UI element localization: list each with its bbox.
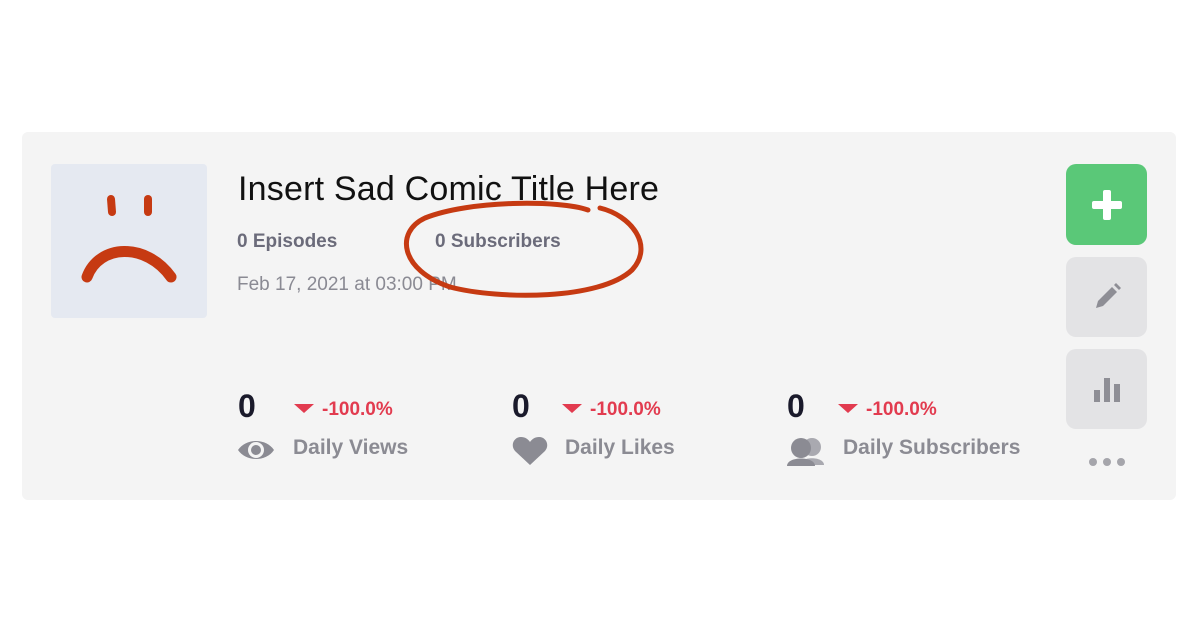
more-options-button[interactable] (1089, 455, 1125, 469)
bar-chart-icon (1093, 378, 1120, 402)
daily-subscribers-label: Daily Subscribers (843, 436, 1021, 459)
episodes-count: 0 Episodes (237, 231, 338, 252)
daily-likes-value: 0 (512, 388, 530, 424)
more-icon-dot (1103, 458, 1111, 466)
more-icon-dot (1117, 458, 1125, 466)
daily-views-delta: -100.0% (294, 399, 393, 421)
daily-subscribers-value: 0 (787, 388, 805, 424)
down-arrow-icon (838, 404, 858, 414)
down-arrow-icon (294, 404, 314, 414)
daily-likes-label: Daily Likes (565, 436, 675, 459)
pencil-icon (1095, 283, 1121, 308)
comic-title[interactable]: Insert Sad Comic Title Here (238, 170, 659, 209)
sad-face-icon (81, 195, 177, 283)
add-episode-button[interactable] (1066, 164, 1147, 245)
daily-views-label: Daily Views (293, 436, 409, 459)
daily-likes-delta: -100.0% (562, 399, 661, 421)
publish-date: Feb 17, 2021 at 03:00 PM (237, 274, 457, 295)
eye-icon (238, 441, 274, 459)
edit-comic-button[interactable] (1066, 257, 1147, 337)
heart-icon (512, 437, 548, 465)
daily-subscribers-delta: -100.0% (838, 399, 937, 421)
plus-icon (1091, 189, 1122, 220)
daily-views-value: 0 (238, 388, 256, 424)
subscribers-count: 0 Subscribers (435, 231, 561, 252)
comic-stats-button[interactable] (1066, 349, 1147, 429)
down-arrow-icon (562, 404, 582, 414)
comic-thumbnail[interactable] (51, 164, 207, 318)
more-icon-dot (1089, 458, 1097, 466)
users-icon (787, 438, 824, 466)
